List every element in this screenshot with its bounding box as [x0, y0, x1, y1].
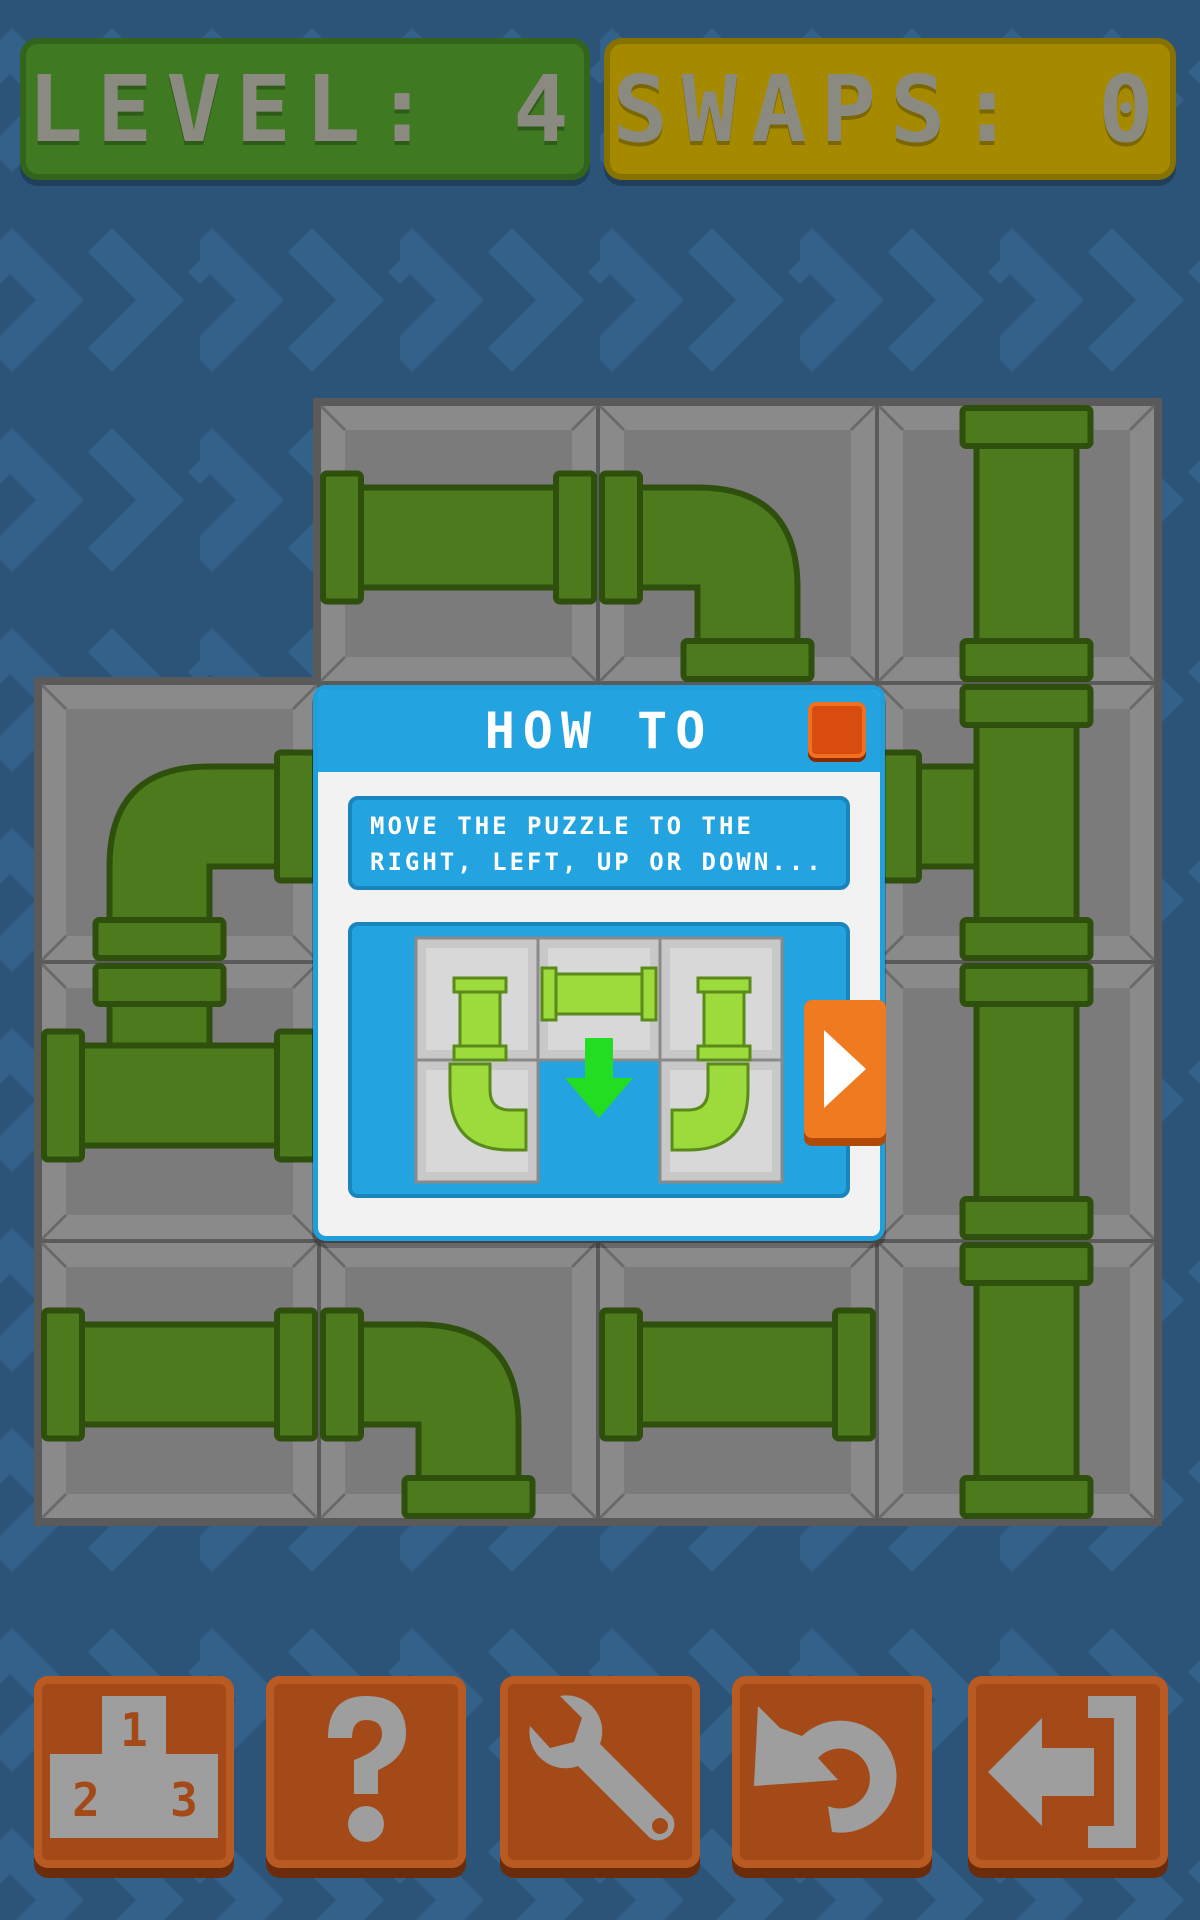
exit-button[interactable]: [968, 1676, 1168, 1868]
pipe-straight-horizontal[interactable]: [320, 470, 597, 605]
pipe-straight-vertical[interactable]: [959, 1242, 1094, 1519]
instruction-line-1: MOVE THE PUZZLE TO THE: [370, 812, 754, 840]
podium-label-1: 1: [120, 1703, 148, 1757]
undo-icon: [754, 1706, 897, 1833]
help-button[interactable]: [266, 1676, 466, 1868]
podium-icon: 1 2 3: [50, 1696, 218, 1838]
exit-icon: [988, 1696, 1136, 1848]
dialog-header: HOW TO: [318, 690, 880, 772]
settings-button[interactable]: [500, 1676, 700, 1868]
leaderboard-button[interactable]: 1 2 3: [34, 1676, 234, 1868]
how-to-dialog: HOW TO MOVE THE PUZZLE TO THE RIGHT, LEF…: [318, 690, 880, 1236]
demo-pipe: [548, 972, 650, 1016]
play-arrow-icon: [824, 1030, 866, 1108]
wrench-icon: [529, 1695, 675, 1841]
pipe-straight-horizontal[interactable]: [41, 1307, 318, 1442]
podium-label-3: 3: [170, 1773, 198, 1827]
demo-graphic: [414, 936, 784, 1184]
instruction-line-2: RIGHT, LEFT, UP OR DOWN...: [370, 848, 824, 876]
close-icon[interactable]: [808, 702, 866, 758]
pipe-straight-vertical[interactable]: [959, 963, 1094, 1240]
instruction-text: MOVE THE PUZZLE TO THE RIGHT, LEFT, UP O…: [348, 796, 850, 890]
question-icon: [328, 1696, 406, 1842]
next-button[interactable]: [804, 1000, 886, 1138]
podium-label-2: 2: [72, 1773, 100, 1827]
pipe-straight-horizontal[interactable]: [599, 1307, 876, 1442]
undo-button[interactable]: [732, 1676, 932, 1868]
dialog-title: HOW TO: [484, 702, 714, 760]
demo-illustration: [348, 922, 850, 1198]
pipe-straight-vertical[interactable]: [959, 405, 1094, 682]
